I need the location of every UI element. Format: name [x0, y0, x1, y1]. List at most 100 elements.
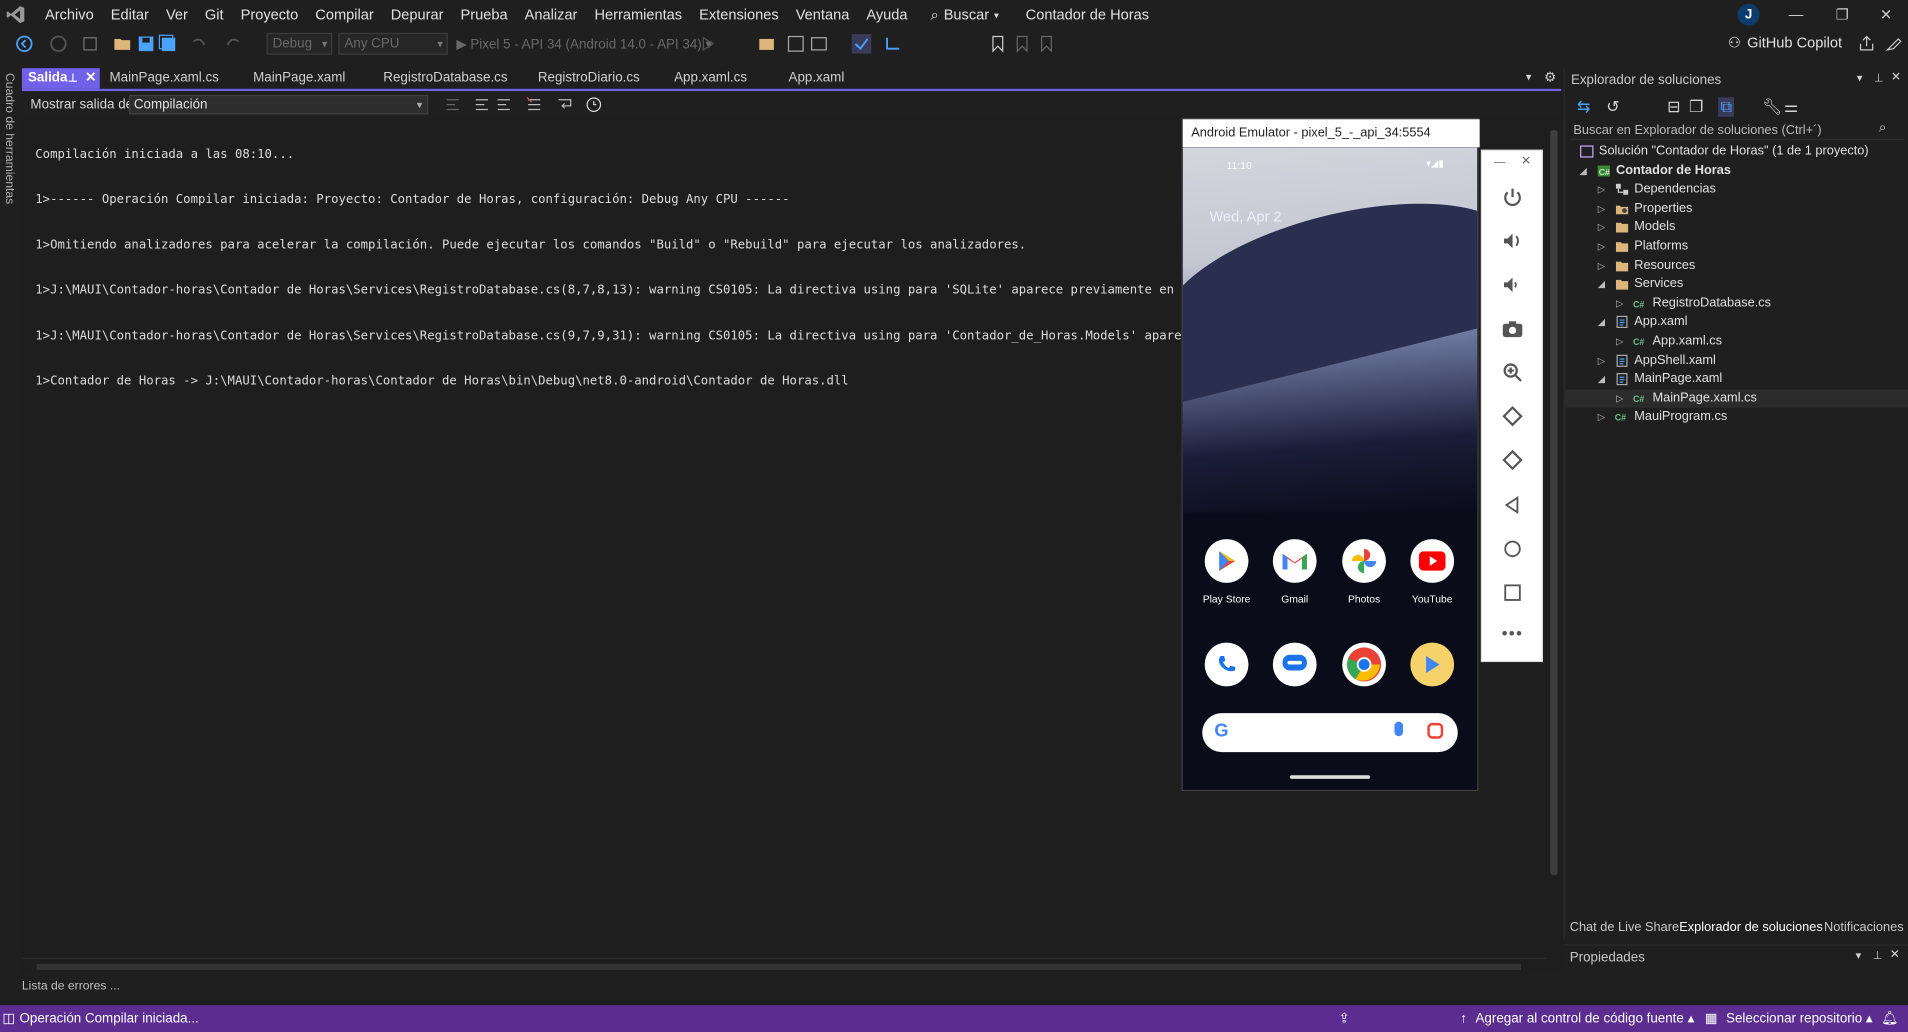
scroll-thumb[interactable] — [36, 963, 1522, 970]
emulator-screen[interactable]: 11:10 ▾◢▮ Wed, Apr 2 Play Store Gmail Ph… — [1182, 147, 1478, 790]
properties-wrench-icon[interactable]: 🔧︎ — [1762, 97, 1782, 116]
phone-icon[interactable] — [1204, 642, 1249, 687]
collapsed-arrow-icon[interactable]: ▷ — [1598, 408, 1605, 426]
toolbox-strip[interactable]: Cuadro de herramientas — [0, 68, 22, 1006]
play-games-icon[interactable] — [1410, 642, 1455, 687]
repository-button[interactable]: ▦ Seleccionar repositorio ▴ — [1705, 1005, 1873, 1032]
feedback-icon[interactable] — [1884, 34, 1903, 53]
new-project-icon[interactable] — [80, 34, 99, 53]
tree-item[interactable]: ▷ Resources — [1565, 256, 1908, 274]
redo-icon[interactable] — [224, 34, 243, 53]
collapsed-arrow-icon[interactable]: ▷ — [1598, 256, 1605, 274]
tree-item[interactable]: ◢ App.xaml — [1565, 313, 1908, 331]
collapsed-arrow-icon[interactable]: ▷ — [1598, 199, 1605, 217]
tree-item[interactable]: ◢ C# Contador de Horas — [1565, 161, 1908, 179]
photos-icon[interactable] — [1342, 539, 1386, 583]
menu-prueba[interactable]: Prueba — [452, 0, 516, 29]
camera-icon[interactable] — [1502, 318, 1524, 340]
expanded-arrow-icon[interactable]: ◢ — [1579, 161, 1586, 179]
tab-solution-explorer[interactable]: Explorador de soluciones — [1679, 916, 1822, 939]
menu-archivo[interactable]: Archivo — [37, 0, 103, 29]
collapsed-arrow-icon[interactable]: ▷ — [1598, 180, 1605, 198]
gmail-icon[interactable] — [1272, 539, 1317, 583]
play-store-icon[interactable] — [1204, 539, 1249, 583]
collapsed-arrow-icon[interactable]: ▷ — [1598, 218, 1605, 236]
menu-ventana[interactable]: Ventana — [787, 0, 858, 29]
show-all-files-icon[interactable]: ❐ — [1689, 97, 1703, 116]
tab-mainpage-xaml[interactable]: MainPage.xaml — [247, 68, 345, 89]
home-icon[interactable] — [1502, 538, 1524, 560]
collapse-all-icon[interactable]: ⊟ — [1667, 97, 1680, 116]
panel-options-icon[interactable]: ▾ — [1856, 949, 1862, 962]
run-target-button[interactable]: ▶ Pixel 5 - API 34 (Android 14.0 - API 3… — [456, 37, 712, 53]
close-tab-icon[interactable]: ✕ — [85, 68, 96, 89]
open-folder-icon[interactable] — [113, 34, 132, 53]
volume-up-icon[interactable] — [1502, 230, 1524, 252]
user-avatar[interactable]: J — [1737, 3, 1760, 26]
search-icon[interactable]: ⌕ — [1879, 120, 1887, 136]
messages-icon[interactable] — [1272, 642, 1317, 687]
pin-icon[interactable]: ⊥ — [68, 68, 78, 89]
tab-mainpage-xaml-cs[interactable]: MainPage.xaml.cs — [103, 68, 219, 89]
expanded-arrow-icon[interactable]: ◢ — [1598, 313, 1605, 331]
chrome-icon[interactable] — [1342, 642, 1386, 687]
scroll-thumb[interactable] — [1550, 130, 1558, 876]
tree-item[interactable]: ▷ C# App.xaml.cs — [1565, 332, 1908, 350]
layout-icon[interactable] — [786, 34, 805, 53]
expanded-arrow-icon[interactable]: ◢ — [1598, 370, 1605, 388]
volume-down-icon[interactable] — [1502, 274, 1524, 296]
vertical-scrollbar[interactable] — [1546, 118, 1562, 956]
save-icon[interactable] — [136, 34, 155, 53]
youtube-icon[interactable] — [1410, 539, 1455, 583]
menu-extensiones[interactable]: Extensiones — [691, 0, 788, 29]
platform-select[interactable]: Any CPU — [338, 32, 448, 55]
search-button[interactable]: ⌕ Buscar ▾ — [931, 5, 999, 23]
collapsed-arrow-icon[interactable]: ▷ — [1598, 237, 1605, 255]
timestamp-clock-icon[interactable] — [584, 95, 603, 114]
next-bookmark-icon[interactable] — [1037, 34, 1056, 53]
tree-item[interactable]: ◢ Services — [1565, 275, 1908, 293]
tree-item[interactable]: ▷ Properties — [1565, 199, 1908, 217]
zoom-icon[interactable] — [1502, 361, 1524, 383]
expanded-arrow-icon[interactable]: ◢ — [1598, 275, 1605, 293]
rotate-left-icon[interactable] — [1502, 405, 1524, 427]
tab-app-xaml[interactable]: App.xaml — [782, 68, 845, 89]
back-nav-icon[interactable] — [15, 34, 34, 53]
tab-app-xaml-cs[interactable]: App.xaml.cs — [668, 68, 747, 89]
menu-herramientas[interactable]: Herramientas — [586, 0, 691, 29]
minimize-icon[interactable]: — — [1774, 0, 1818, 29]
panel-options-icon[interactable]: ▾ — [1857, 72, 1863, 85]
clear-all-icon[interactable] — [524, 95, 543, 114]
close-panel-icon[interactable]: ✕ — [1890, 948, 1900, 961]
microphone-icon[interactable] — [1394, 721, 1404, 737]
collapsed-arrow-icon[interactable]: ▷ — [1616, 294, 1623, 312]
power-icon[interactable] — [1502, 186, 1524, 208]
find-prev-icon[interactable] — [443, 95, 462, 114]
undo-icon[interactable] — [189, 34, 208, 53]
tree-item[interactable]: ▷ C# MainPage.xaml.cs — [1564, 389, 1908, 408]
sync-icon[interactable]: ⇆ — [1577, 97, 1590, 116]
collapsed-arrow-icon[interactable]: ▷ — [1616, 332, 1623, 350]
collapsed-arrow-icon[interactable]: ▷ — [1616, 389, 1623, 407]
goto-prev-icon[interactable] — [472, 95, 491, 114]
forward-nav-icon[interactable] — [49, 34, 68, 53]
goto-next-icon[interactable] — [494, 95, 513, 114]
error-list-tab[interactable]: Lista de errores ... — [22, 980, 120, 993]
emulator-title[interactable]: Android Emulator - pixel_5_-_api_34:5554 — [1182, 119, 1480, 148]
horizontal-scrollbar[interactable] — [21, 957, 1547, 974]
save-all-icon[interactable] — [158, 34, 177, 53]
tab-notifications[interactable]: Notificaciones — [1824, 916, 1904, 939]
preview-icon[interactable]: ⧉ — [1718, 97, 1735, 117]
config-select[interactable]: Debug — [266, 32, 333, 55]
toolbox-label[interactable]: Cuadro de herramientas — [2, 73, 15, 204]
pin-icon[interactable]: ⊥ — [1874, 72, 1884, 85]
lens-icon[interactable] — [1427, 722, 1444, 739]
output-source-select[interactable]: Compilación — [128, 94, 429, 115]
notification-bell-icon[interactable]: 🔔︎ — [1881, 1005, 1898, 1032]
menu-ver[interactable]: Ver — [157, 0, 196, 29]
solution-icon[interactable] — [757, 34, 776, 53]
tree-item[interactable]: ▷ Dependencias — [1565, 180, 1908, 198]
more-options-icon[interactable]: ••• — [1502, 623, 1524, 642]
minimize-icon[interactable]: — — [1494, 156, 1505, 168]
restore-icon[interactable]: ❐ — [1820, 0, 1864, 29]
